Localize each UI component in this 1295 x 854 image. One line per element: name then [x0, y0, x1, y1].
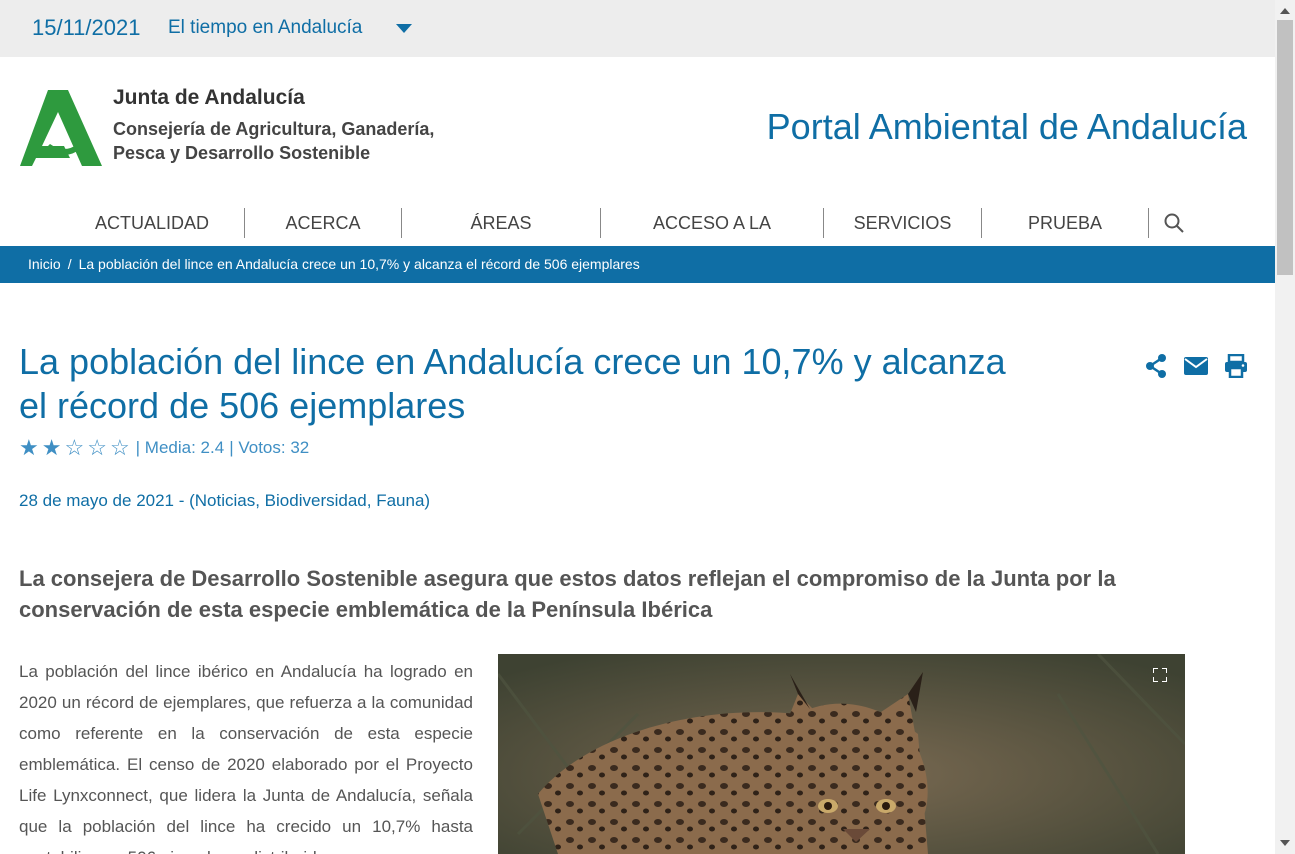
- expand-icon[interactable]: [1153, 668, 1167, 682]
- chevron-down-icon[interactable]: [396, 24, 412, 33]
- page-scrollbar[interactable]: [1275, 0, 1295, 854]
- junta-logo[interactable]: [20, 90, 102, 166]
- email-icon: [1184, 357, 1208, 375]
- scroll-up-icon[interactable]: [1280, 8, 1290, 14]
- scroll-down-icon[interactable]: [1280, 840, 1290, 846]
- nav-item-areas[interactable]: ÁREAS: [402, 207, 600, 239]
- search-icon: [1164, 213, 1184, 233]
- star-filled-icon[interactable]: ★: [19, 436, 39, 460]
- share-button[interactable]: [1144, 353, 1168, 379]
- rating-average: | Media: 2.4: [135, 438, 225, 457]
- lynx-photo-image: [498, 654, 1185, 854]
- print-icon: [1225, 354, 1247, 378]
- article-rating: ★ ★ ☆ ☆ ☆ | Media: 2.4 | Votos: 32: [19, 436, 309, 460]
- org-department-line2: Pesca y Desarrollo Sostenible: [113, 143, 371, 163]
- scroll-thumb[interactable]: [1277, 20, 1293, 275]
- rating-stars[interactable]: ★ ★ ☆ ☆ ☆: [19, 436, 130, 460]
- lynx-photo[interactable]: [498, 654, 1185, 854]
- org-name: Junta de Andalucía: [113, 86, 305, 109]
- breadcrumb-separator: /: [67, 256, 72, 272]
- share-icon: [1146, 354, 1166, 378]
- star-empty-icon[interactable]: ☆: [87, 436, 107, 460]
- main-nav: ACTUALIDAD ACERCA ÁREAS ACCESO A LA SERV…: [60, 206, 1199, 240]
- article-title: La población del lince en Andalucía crec…: [19, 341, 1006, 426]
- article-lead: La consejera de Desarrollo Sostenible as…: [19, 566, 1116, 622]
- star-empty-icon[interactable]: ☆: [110, 436, 130, 460]
- portal-title[interactable]: Portal Ambiental de Andalucía: [767, 106, 1247, 148]
- nav-item-acerca[interactable]: ACERCA: [245, 207, 401, 239]
- nav-item-servicios[interactable]: SERVICIOS: [824, 207, 981, 239]
- current-date: 15/11/2021: [32, 15, 141, 40]
- rating-votes: | Votos: 32: [229, 438, 310, 457]
- org-department-line1: Consejería de Agricultura, Ganadería,: [113, 119, 435, 139]
- breadcrumb: Inicio / La población del lince en Andaluc…: [0, 246, 1275, 283]
- article-body: La población del lince ibérico en Andalu…: [19, 662, 473, 854]
- nav-item-acceso[interactable]: ACCESO A LA: [601, 207, 823, 239]
- org-department: Consejería de Agricultura, Ganadería, Pe…: [113, 117, 473, 165]
- print-button[interactable]: [1224, 353, 1248, 379]
- top-bar: 15/11/2021 El tiempo en Andalucía: [0, 0, 1275, 57]
- article-meta: 28 de mayo de 2021 - (Noticias, Biodiver…: [19, 491, 431, 510]
- breadcrumb-home[interactable]: Inicio: [28, 256, 61, 272]
- star-empty-icon[interactable]: ☆: [64, 436, 84, 460]
- breadcrumb-current: La población del lince en Andalucía crec…: [78, 256, 640, 272]
- nav-item-actualidad[interactable]: ACTUALIDAD: [60, 207, 244, 239]
- nav-item-prueba[interactable]: PRUEBA: [982, 207, 1148, 239]
- star-filled-icon[interactable]: ★: [42, 436, 62, 460]
- weather-link[interactable]: El tiempo en Andalucía: [168, 17, 362, 39]
- article-actions: [1144, 353, 1248, 379]
- email-button[interactable]: [1184, 353, 1208, 379]
- search-button[interactable]: [1149, 207, 1199, 239]
